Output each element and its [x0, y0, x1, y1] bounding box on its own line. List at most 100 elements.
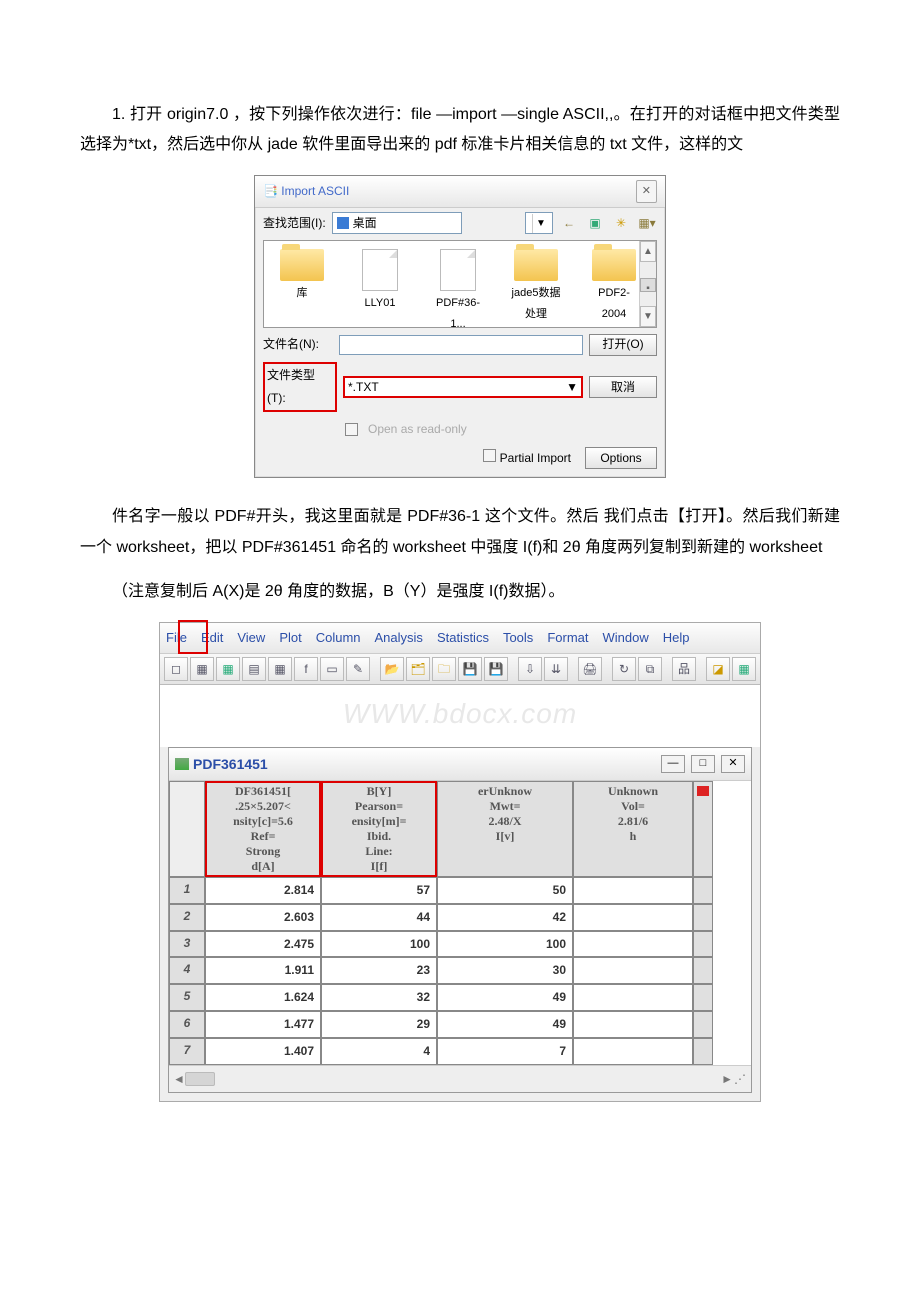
menu-tools[interactable]: Tools: [503, 626, 533, 651]
cell[interactable]: 2.475: [205, 931, 321, 958]
menu-format[interactable]: Format: [547, 626, 588, 651]
file-list-area[interactable]: 库 LLY01 PDF#36-1... jade5数据处理 PDF2-2004 …: [263, 240, 657, 328]
col-header-a[interactable]: DF361451[ .25×5.207< nsity[c]=5.6 Ref= S…: [205, 781, 321, 877]
lookin-combo[interactable]: 桌面: [332, 212, 462, 234]
cell[interactable]: 32: [321, 984, 437, 1011]
menu-help[interactable]: Help: [663, 626, 690, 651]
new-worksheet-icon[interactable]: ▦: [190, 657, 214, 681]
view-combo[interactable]: ▼: [525, 212, 553, 234]
row-num[interactable]: 2: [169, 904, 205, 931]
cell[interactable]: 1.407: [205, 1038, 321, 1065]
save-icon[interactable]: 💾: [458, 657, 482, 681]
menu-column[interactable]: Column: [316, 626, 361, 651]
import-ascii-icon[interactable]: ⇩: [518, 657, 542, 681]
col-header-c[interactable]: erUnknow Mwt= 2.48/X I[v]: [437, 781, 573, 877]
cell[interactable]: 2.603: [205, 904, 321, 931]
maximize-button[interactable]: □: [691, 755, 715, 773]
readonly-checkbox[interactable]: [345, 423, 358, 436]
results-log-icon[interactable]: ◪: [706, 657, 730, 681]
cell[interactable]: [573, 1038, 693, 1065]
import-multi-icon[interactable]: ⇊: [544, 657, 568, 681]
code-builder-icon[interactable]: ▦: [732, 657, 756, 681]
worksheet-grid[interactable]: DF361451[ .25×5.207< nsity[c]=5.6 Ref= S…: [169, 781, 751, 1065]
menu-statistics[interactable]: Statistics: [437, 626, 489, 651]
open-button[interactable]: 打开(O): [589, 334, 657, 356]
worksheet-window: PDF361451 — □ ✕ DF361451[ .25×5.207< nsi…: [168, 747, 752, 1094]
row-num[interactable]: 3: [169, 931, 205, 958]
cell[interactable]: 49: [437, 1011, 573, 1038]
menu-plot[interactable]: Plot: [279, 626, 301, 651]
chevron-down-icon: ▼: [566, 376, 578, 399]
menu-analysis[interactable]: Analysis: [375, 626, 423, 651]
lookin-label: 查找范围(I):: [263, 212, 326, 235]
new-graph-icon[interactable]: ▤: [242, 657, 266, 681]
menu-edit[interactable]: Edit: [201, 626, 223, 651]
col-header-d[interactable]: Unknown Vol= 2.81/6 h: [573, 781, 693, 877]
cell[interactable]: 1.624: [205, 984, 321, 1011]
row-num[interactable]: 4: [169, 957, 205, 984]
print-icon[interactable]: 🖨: [578, 657, 602, 681]
cell[interactable]: 30: [437, 957, 573, 984]
cell[interactable]: 4: [321, 1038, 437, 1065]
row-num[interactable]: 7: [169, 1038, 205, 1065]
cell[interactable]: 7: [437, 1038, 573, 1065]
row-num[interactable]: 6: [169, 1011, 205, 1038]
newfolder-icon[interactable]: ✳: [611, 213, 631, 233]
cell[interactable]: [573, 877, 693, 904]
cell[interactable]: [573, 957, 693, 984]
up-icon[interactable]: ▣: [585, 213, 605, 233]
scroll-right-icon: ►: [721, 1068, 733, 1091]
save-template-icon[interactable]: 💾: [484, 657, 508, 681]
new-layout-icon[interactable]: ▭: [320, 657, 344, 681]
cell[interactable]: 44: [321, 904, 437, 931]
cell[interactable]: 42: [437, 904, 573, 931]
worksheet-title: PDF361451: [175, 751, 268, 778]
open-icon[interactable]: 📂: [380, 657, 404, 681]
scrollbar-vertical[interactable]: ▲ ▪ ▼: [639, 241, 656, 327]
new-function-icon[interactable]: f: [294, 657, 318, 681]
cell[interactable]: 23: [321, 957, 437, 984]
refresh-icon[interactable]: ↻: [612, 657, 636, 681]
cell[interactable]: [573, 1011, 693, 1038]
scroll-left-icon: ◄: [173, 1068, 185, 1091]
new-notes-icon[interactable]: ✎: [346, 657, 370, 681]
cell[interactable]: 2.814: [205, 877, 321, 904]
open-excel-icon[interactable]: 🗀: [432, 657, 456, 681]
project-explorer-icon[interactable]: 品: [672, 657, 696, 681]
filename-input[interactable]: [339, 335, 583, 355]
cell[interactable]: 1.911: [205, 957, 321, 984]
cancel-button[interactable]: 取消: [589, 376, 657, 398]
scrollbar-horizontal[interactable]: ◄ ► ⋰: [169, 1065, 751, 1093]
cell[interactable]: 57: [321, 877, 437, 904]
row-num[interactable]: 5: [169, 984, 205, 1011]
cell[interactable]: [573, 984, 693, 1011]
minimize-button[interactable]: —: [661, 755, 685, 773]
row-num[interactable]: 1: [169, 877, 205, 904]
views-icon[interactable]: ▦▾: [637, 213, 657, 233]
cell[interactable]: 100: [321, 931, 437, 958]
filetype-input[interactable]: *.TXT▼: [343, 376, 583, 398]
cell[interactable]: 100: [437, 931, 573, 958]
watermark: WWW.bdocx.com: [160, 685, 760, 746]
options-button[interactable]: Options: [585, 447, 657, 469]
open-template-icon[interactable]: 🗂: [406, 657, 430, 681]
close-icon[interactable]: ✕: [636, 180, 657, 203]
cell[interactable]: 50: [437, 877, 573, 904]
new-project-icon[interactable]: ◻: [164, 657, 188, 681]
back-icon[interactable]: ←: [559, 213, 579, 233]
duplicate-icon[interactable]: ⧉: [638, 657, 662, 681]
menu-file[interactable]: File: [166, 626, 187, 651]
menu-window[interactable]: Window: [602, 626, 648, 651]
cell[interactable]: 1.477: [205, 1011, 321, 1038]
paragraph-1: 1. 打开 origin7.0 ，按下列操作依次进行：file —import …: [80, 100, 840, 161]
cell[interactable]: 49: [437, 984, 573, 1011]
cell[interactable]: 29: [321, 1011, 437, 1038]
cell[interactable]: [573, 931, 693, 958]
partial-checkbox[interactable]: [483, 449, 496, 462]
new-excel-icon[interactable]: ▦: [216, 657, 240, 681]
cell[interactable]: [573, 904, 693, 931]
col-header-b[interactable]: B[Y] Pearson= ensity[m]= Ibid. Line: I[f…: [321, 781, 437, 877]
menu-view[interactable]: View: [237, 626, 265, 651]
close-button[interactable]: ✕: [721, 755, 745, 773]
new-matrix-icon[interactable]: ▦: [268, 657, 292, 681]
